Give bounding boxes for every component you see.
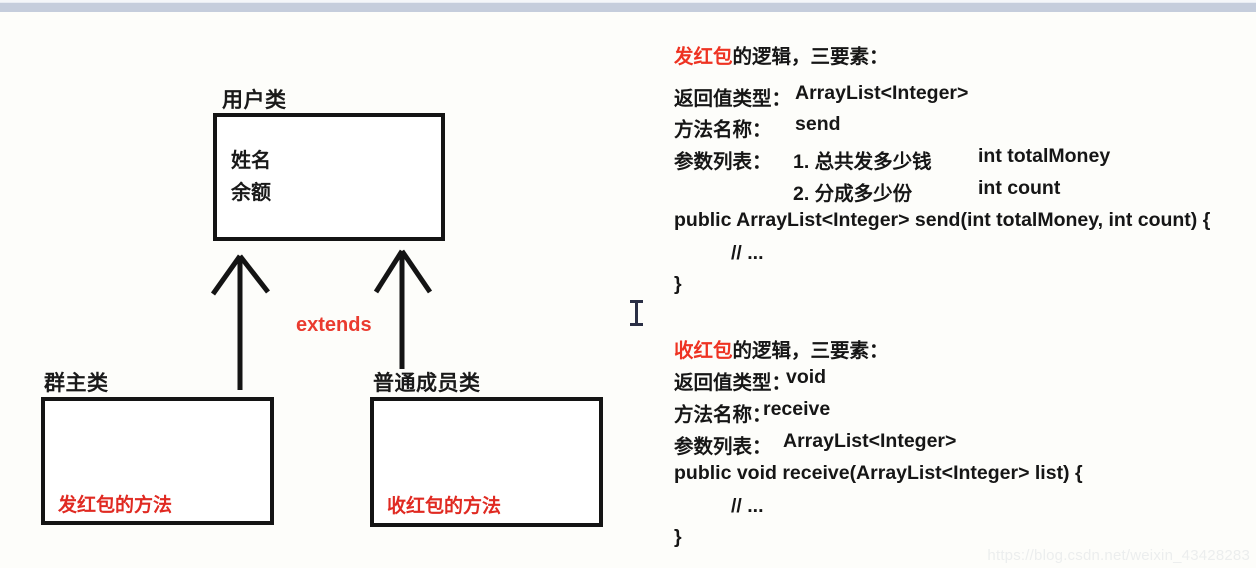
send-return-type-label: 返回值类型： [674,88,792,110]
child-class-caption-owner: 群主类 [44,372,109,395]
send-params-label: 参数列表： [674,151,772,173]
send-signature-line: public ArrayList<Integer> send(int total… [674,209,1211,231]
send-param-1-type: int totalMoney [978,145,1111,167]
receive-params-value: ArrayList<Integer> [783,430,957,452]
send-param-1-desc: 1. 总共发多少钱 [793,151,932,173]
send-note-heading-highlight: 发红包 [674,46,733,68]
send-body-comment: // ... [731,242,764,264]
receive-body-comment: // ... [731,495,764,517]
child-method-send: 发红包的方法 [58,495,173,516]
receive-signature-line: public void receive(ArrayList<Integer> l… [674,462,1083,484]
child-method-receive: 收红包的方法 [387,496,502,517]
send-param-2-type: int count [978,177,1061,199]
receive-return-type-value: void [786,366,827,388]
send-note-heading-rest: 的逻辑，三要素： [732,46,889,68]
receive-return-type-label: 返回值类型： [674,372,792,394]
receive-params-label: 参数列表： [674,436,772,458]
receive-method-name-label: 方法名称： [674,404,772,426]
receive-note-heading: 收红包的逻辑，三要素： [674,334,889,363]
send-note-heading: 发红包的逻辑，三要素： [674,40,889,69]
receive-note-heading-rest: 的逻辑，三要素： [732,340,889,362]
receive-note-heading-highlight: 收红包 [674,340,733,362]
source-watermark: https://blog.csdn.net/weixin_43428283 [987,547,1250,564]
send-closing-brace: } [674,273,682,295]
extends-relation-label: extends [296,314,372,336]
send-return-type-value: ArrayList<Integer> [795,82,969,104]
child-class-caption-member: 普通成员类 [373,372,481,395]
receive-closing-brace: } [674,526,682,548]
send-method-name-value: send [795,113,841,135]
diagram-canvas: 用户类 姓名 余额 extends 群主类 发红包的方法 普通成员类 收红包的方… [0,0,1256,568]
receive-method-name-value: receive [763,398,831,420]
send-param-2-desc: 2. 分成多少份 [793,183,913,205]
send-method-name-label: 方法名称： [674,119,772,141]
text-ibeam-cursor [630,300,643,326]
